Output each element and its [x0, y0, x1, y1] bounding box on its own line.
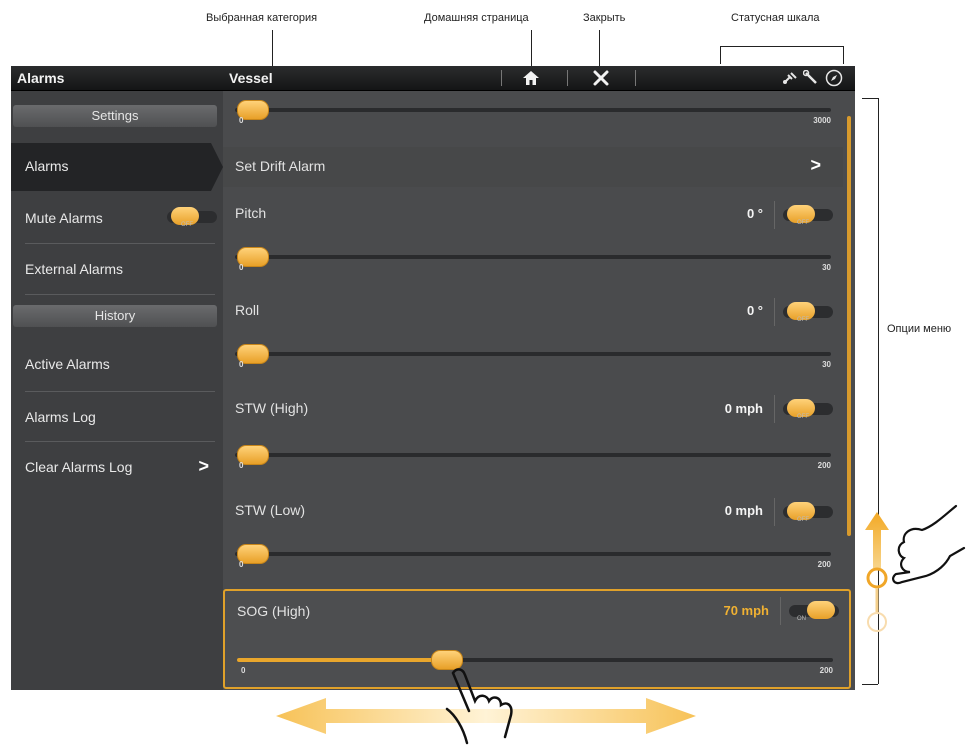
sog-high-value: 70 mph [723, 603, 769, 618]
hand-pointer-icon [445, 668, 513, 745]
slider-fill [237, 658, 446, 662]
sidebar-item-label: Alarms Log [25, 409, 96, 425]
stw-high-slider[interactable]: 0 200 [235, 444, 831, 470]
row-label: Roll [235, 302, 260, 318]
drift-alarm-slider[interactable]: 0 3000 [235, 99, 831, 125]
sidebar-item-active-alarms[interactable]: Active Alarms [11, 341, 223, 389]
pitch-toggle[interactable]: OFF [783, 205, 833, 226]
sidebar-item-label: Mute Alarms [25, 210, 103, 226]
stw-high-row: STW (High) 0 mph OFF [223, 391, 843, 427]
menu-options-panel: 0 3000 Set Drift Alarm > Pitch 0 ° OFF 0… [223, 91, 855, 690]
pitch-value: 0 ° [746, 206, 763, 221]
satellite-icon [781, 70, 799, 86]
set-drift-alarm-row[interactable]: Set Drift Alarm > [223, 147, 843, 187]
stw-high-value: 0 mph [724, 401, 763, 416]
chevron-right-icon: > [198, 456, 209, 476]
sog-high-selected-item[interactable]: SOG (High) 70 mph ON 0 200 [223, 589, 851, 689]
stw-low-slider[interactable]: 0 200 [235, 543, 831, 569]
top-bar: Alarms Vessel [11, 66, 855, 91]
callout-menu-options: Опции меню [887, 323, 952, 335]
selected-category: Vessel [229, 70, 273, 86]
row-label: Pitch [235, 205, 267, 221]
sidebar: Settings Alarms Mute Alarms OFF External… [11, 91, 223, 690]
stw-low-row: STW (Low) 0 mph OFF [223, 494, 843, 530]
stw-low-value: 0 mph [724, 503, 763, 518]
device-screen: Alarms Vessel Settings Alarms Mute Alarm… [11, 66, 855, 690]
sidebar-item-mute-alarms[interactable]: Mute Alarms OFF [11, 195, 223, 243]
close-icon[interactable] [591, 69, 611, 87]
sidebar-item-alarms[interactable]: Alarms [11, 143, 223, 191]
sidebar-item-clear-alarms-log[interactable]: Clear Alarms Log > [11, 444, 223, 492]
mute-alarms-toggle[interactable]: OFF [167, 207, 217, 228]
history-header: History [13, 305, 217, 327]
sidebar-item-label: External Alarms [25, 261, 124, 277]
roll-toggle[interactable]: OFF [783, 302, 833, 323]
row-label: Set Drift Alarm [235, 158, 326, 174]
roll-row: Roll 0 ° OFF [223, 294, 843, 330]
callout-home-page: Домашняя страница [424, 12, 529, 24]
row-label: SOG (High) [237, 603, 311, 619]
sidebar-item-external-alarms[interactable]: External Alarms [11, 246, 223, 294]
stw-low-toggle[interactable]: OFF [783, 502, 833, 523]
sidebar-item-label: Active Alarms [25, 356, 110, 372]
stw-high-toggle[interactable]: OFF [783, 399, 833, 420]
settings-header: Settings [13, 105, 217, 127]
pitch-slider[interactable]: 0 30 [235, 246, 831, 272]
sidebar-item-alarms-log[interactable]: Alarms Log [11, 394, 223, 442]
sidebar-item-label: Clear Alarms Log [25, 459, 133, 475]
app-title: Alarms [17, 70, 65, 86]
home-icon[interactable] [521, 69, 541, 87]
roll-slider[interactable]: 0 30 [235, 343, 831, 369]
sog-high-slider[interactable]: 0 200 [237, 649, 833, 675]
hand-pointer-icon [892, 504, 966, 585]
compass-icon [825, 69, 843, 87]
callout-selected-category: Выбранная категория [206, 12, 318, 24]
sog-high-toggle[interactable]: ON [789, 601, 839, 622]
roll-value: 0 ° [746, 303, 763, 318]
callout-status-bar: Статусная шкала [731, 12, 820, 24]
row-label: STW (Low) [235, 502, 305, 518]
sidebar-item-label: Alarms [25, 158, 69, 174]
scrollbar[interactable] [847, 116, 851, 536]
callout-close: Закрыть [583, 12, 626, 24]
pitch-row: Pitch 0 ° OFF [223, 197, 843, 233]
chevron-right-icon: > [810, 155, 821, 175]
wrench-icon [802, 69, 821, 86]
row-label: STW (High) [235, 400, 309, 416]
